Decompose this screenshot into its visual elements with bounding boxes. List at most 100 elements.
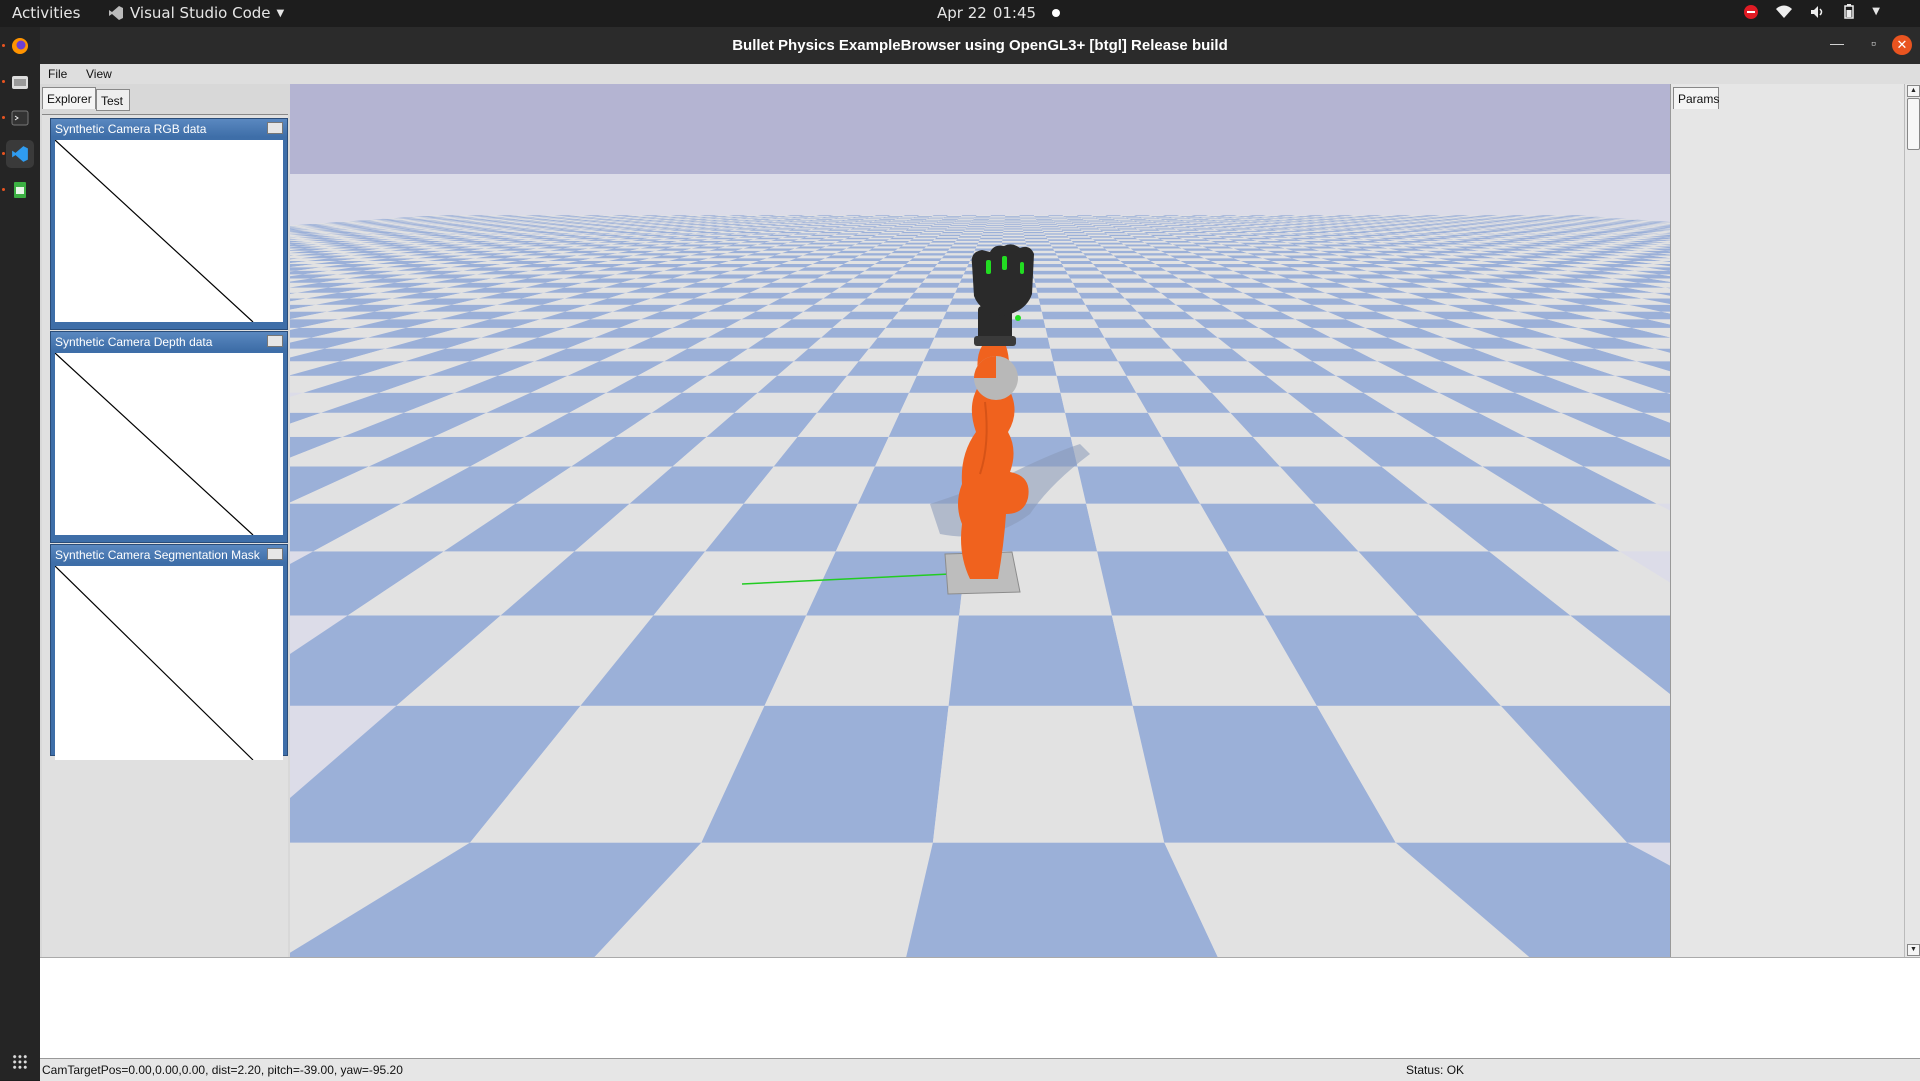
close-icon[interactable]: ✕ <box>1892 35 1912 55</box>
scroll-down-icon[interactable]: ▼ <box>1907 944 1920 956</box>
floor-tile <box>1174 223 1195 225</box>
floor-tile <box>1093 264 1129 268</box>
minimize-icon[interactable] <box>267 548 283 560</box>
dock-terminal[interactable] <box>2 104 34 132</box>
running-indicator-icon <box>2 116 5 119</box>
menu-file[interactable]: File <box>48 67 67 81</box>
floor-tile <box>1110 236 1135 238</box>
camera-segmentation-window[interactable]: Synthetic Camera Segmentation Mask <box>50 544 288 760</box>
floor-tile <box>880 224 901 226</box>
dock-files[interactable] <box>2 68 34 96</box>
3d-viewport[interactable] <box>290 84 1670 957</box>
window-titlebar[interactable]: Bullet Physics ExampleBrowser using Open… <box>40 27 1920 64</box>
activities-button[interactable]: Activities <box>12 4 80 22</box>
maximize-icon[interactable]: ▫ <box>1871 35 1876 51</box>
floor-tile <box>1044 233 1066 235</box>
floor-tile <box>1087 258 1121 261</box>
floor-tile <box>1073 242 1100 245</box>
camera-segmentation-title: Synthetic Camera Segmentation Mask <box>55 548 260 562</box>
scroll-up-icon[interactable]: ▲ <box>1907 85 1920 97</box>
floor-tile <box>1096 218 1114 219</box>
floor-tile <box>972 219 989 221</box>
floor-tile <box>901 244 929 247</box>
floor-tile <box>1134 215 1151 216</box>
dock-spreadsheet[interactable] <box>2 176 34 204</box>
floor-tile <box>1036 287 1079 293</box>
floor-tile <box>1110 282 1155 288</box>
floor-tile <box>1026 246 1053 249</box>
params-scrollbar[interactable]: ▲ ▼ <box>1904 84 1920 957</box>
floor-tile <box>1035 218 1052 219</box>
tab-test[interactable]: Test <box>96 89 130 111</box>
floor-tile <box>1038 224 1058 226</box>
floor-tile <box>1110 225 1131 227</box>
floor-tile <box>954 221 972 223</box>
floor-tile <box>1096 267 1133 271</box>
minimize-icon[interactable] <box>267 122 283 134</box>
floor-tile <box>986 224 1005 226</box>
floor-tile <box>1129 218 1148 220</box>
floor-tile <box>822 230 847 232</box>
floor-tile <box>913 225 934 227</box>
floor-tile <box>1070 221 1088 223</box>
camera-rgb-header[interactable]: Synthetic Camera RGB data <box>51 119 287 137</box>
camera-rgb-window[interactable]: Synthetic Camera RGB data <box>50 118 288 330</box>
explorer-content: Synthetic Camera RGB data Synthetic Came… <box>42 114 288 958</box>
floor-tile <box>1034 216 1050 217</box>
floor-tile <box>1154 228 1177 230</box>
floor-tile <box>987 221 1005 223</box>
floor-tile <box>1099 229 1122 231</box>
floor-tile <box>979 239 1003 241</box>
floor-tile <box>1081 218 1099 219</box>
floor-tile <box>1003 230 1024 232</box>
floor-tile <box>1137 311 1195 320</box>
floor-tile <box>1050 244 1077 247</box>
floor-tile <box>949 246 977 249</box>
floor-tile <box>943 217 960 219</box>
console-output[interactable] <box>40 957 1920 1059</box>
show-applications-icon[interactable] <box>12 1054 28 1070</box>
floor-tile <box>1004 218 1021 219</box>
floor-tile <box>830 215 848 216</box>
tab-params[interactable]: Params <box>1673 87 1719 109</box>
system-tray[interactable]: ▼ <box>1744 4 1880 19</box>
floor-tile <box>1024 236 1047 238</box>
floor-tile <box>1042 229 1063 231</box>
floor-tile <box>961 233 983 235</box>
scroll-thumb[interactable] <box>1907 98 1920 150</box>
floor-tile <box>1108 224 1128 226</box>
dock-vscode[interactable] <box>2 140 34 168</box>
floor-tile <box>1001 242 1027 245</box>
minimize-icon[interactable]: — <box>1830 35 1844 51</box>
floor-tile <box>852 234 878 237</box>
floor-tile <box>883 255 916 259</box>
camera-segmentation-header[interactable]: Synthetic Camera Segmentation Mask <box>51 545 287 563</box>
floor-tile <box>1061 229 1082 231</box>
dock-firefox[interactable] <box>2 32 34 60</box>
menu-view[interactable]: View <box>86 67 112 81</box>
floor-tile <box>1026 244 1052 247</box>
floor-tile <box>959 216 976 218</box>
floor-tile <box>1089 223 1109 225</box>
camera-segmentation-image <box>55 566 283 760</box>
floor-tile <box>855 242 884 245</box>
camera-depth-header[interactable]: Synthetic Camera Depth data <box>51 332 287 350</box>
camera-depth-window[interactable]: Synthetic Camera Depth data <box>50 331 288 543</box>
floor-tile <box>1030 261 1062 264</box>
floor-tile <box>948 248 976 251</box>
floor-tile <box>1076 246 1105 249</box>
floor-tile <box>1177 224 1199 226</box>
floor-tile <box>1029 258 1061 261</box>
floor-tile <box>1043 319 1099 328</box>
floor-tile <box>952 223 971 225</box>
tab-explorer[interactable]: Explorer <box>42 87 96 109</box>
floor-tile <box>1068 237 1093 240</box>
floor-tile <box>877 327 939 338</box>
floor-tile <box>1128 234 1154 237</box>
clock[interactable]: Apr 22 01:45 <box>937 4 1061 22</box>
app-menu[interactable]: Visual Studio Code ▼ <box>108 4 284 22</box>
floor-tile <box>834 227 857 229</box>
floor-tile <box>894 248 924 251</box>
minimize-icon[interactable] <box>267 335 283 347</box>
floor-tile <box>1060 261 1094 264</box>
